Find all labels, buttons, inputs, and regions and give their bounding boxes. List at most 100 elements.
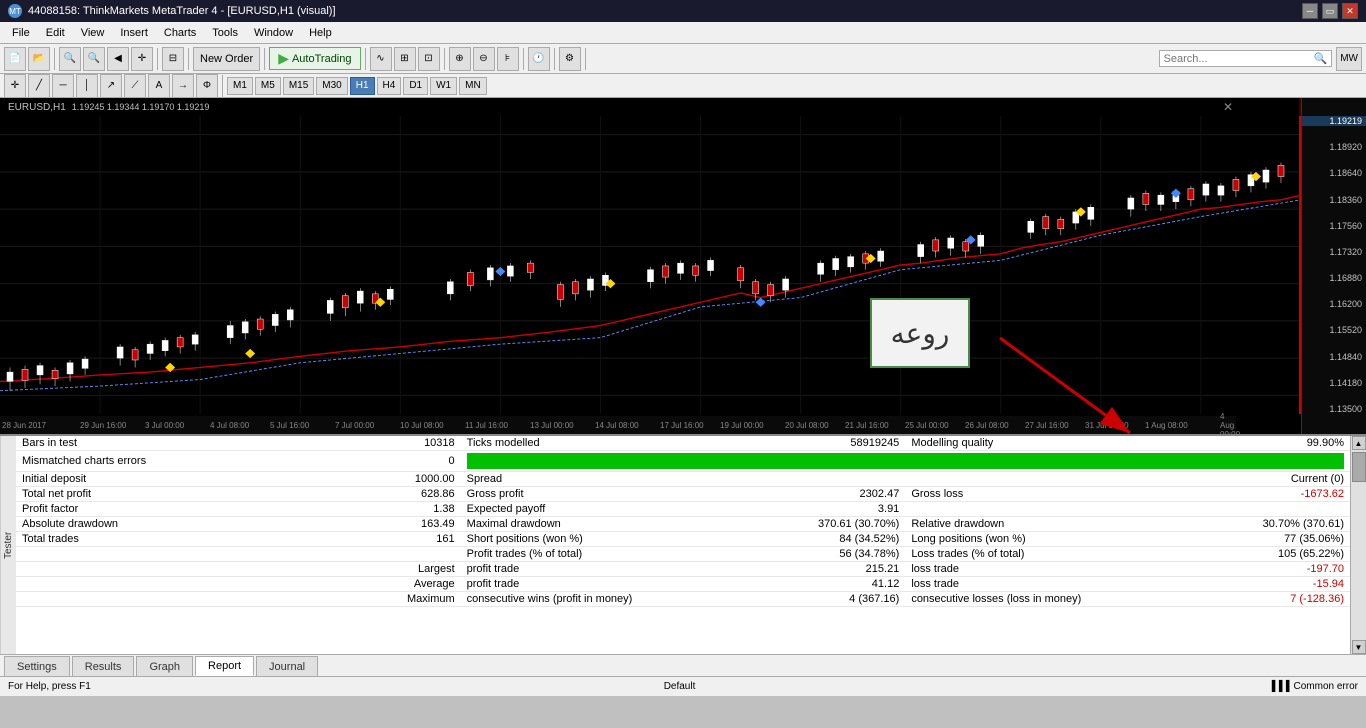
tf-d1[interactable]: D1 [403,77,428,95]
zoom-fit-btn[interactable]: ⊕ [449,47,471,71]
zoom-in-btn[interactable]: 🔍 [59,47,81,71]
menu-tools[interactable]: Tools [204,25,246,41]
tf-h4[interactable]: H4 [377,77,402,95]
tab-settings[interactable]: Settings [4,656,70,676]
label-current [905,472,1193,487]
label-largest: Largest [304,562,461,577]
tb-sep-5 [365,48,366,70]
val-spread [748,472,905,487]
scroll-down-btn[interactable]: ▼ [1352,640,1366,654]
zoom-out-btn[interactable]: 🔍 [83,47,105,71]
app-icon: MT [8,4,22,18]
annotation-box: روعه [870,298,970,368]
menu-window[interactable]: Window [246,25,301,41]
options-btn[interactable]: ⚙ [559,47,581,71]
label-gross-profit: Gross profit [461,487,749,502]
results-scrollbar[interactable]: ▲ ▼ [1350,436,1366,654]
price-5: 1.17320 [1302,247,1366,257]
crosshair-tool[interactable]: ✛ [4,74,26,98]
time-label-1: 28 Jun 2017 [2,421,46,430]
close-btn[interactable]: ✕ [1342,3,1358,19]
tab-journal[interactable]: Journal [256,656,318,676]
tf-m15[interactable]: M15 [283,77,314,95]
tf-mn[interactable]: MN [459,77,487,95]
status-common-error: Common error [1294,681,1358,692]
tabs-bar: Settings Results Graph Report Journal [0,654,1366,676]
quality-progress-bar [467,453,1344,469]
menu-file[interactable]: File [4,25,38,41]
new-chart-btn[interactable]: 📄 [4,47,26,71]
autotrading-btn[interactable]: ▶ AutoTrading [269,47,360,70]
chart-canvas[interactable]: EURUSD,H1 1.19245 1.19344 1.19170 1.1921… [0,98,1301,434]
chart-shift-btn[interactable]: ⊧ [497,47,519,71]
val-consec-wins: 4 (367.16) [748,592,905,607]
search-input[interactable] [1164,53,1314,65]
label-spread: Spread [461,472,749,487]
val-profit-trade-l: 215.21 [748,562,905,577]
time-label-18: 31 Jul 00:00 [1085,421,1129,430]
draw-toolbar: ✛ ╱ ─ │ ↗ ⟋ A → Φ M1 M5 M15 M30 H1 H4 D1… [0,74,1366,98]
val-bars-in-test: 10318 [304,436,461,451]
chart-right-border [1299,98,1301,414]
profile-btn[interactable]: ⊡ [418,47,440,71]
time-label-20: 4 Aug 00:00 [1220,412,1240,435]
val-initial-deposit: 1000.00 [304,472,461,487]
label-expected-payoff: Expected payoff [461,502,749,517]
text-tool[interactable]: A [148,74,170,98]
table-row: Profit trades (% of total) 56 (34.78%) L… [16,547,1350,562]
search-box[interactable]: 🔍 [1159,50,1333,67]
chart-close-btn[interactable]: ✕ [1223,100,1233,114]
table-row: Total net profit 628.86 Gross profit 230… [16,487,1350,502]
arrow-tool[interactable]: → [172,74,194,98]
label-total-trades: Total trades [16,532,304,547]
tf-w1[interactable]: W1 [430,77,457,95]
clock-btn[interactable]: 🕐 [528,47,550,71]
tb-sep-4 [264,48,265,70]
minimize-btn[interactable]: ─ [1302,3,1318,19]
tab-report[interactable]: Report [195,656,254,676]
period-sep-btn[interactable]: ⊟ [162,47,184,71]
status-right: ▐▐▐ Common error [1268,681,1358,692]
scroll-btn[interactable]: ◀ [107,47,129,71]
menu-edit[interactable]: Edit [38,25,73,41]
menu-charts[interactable]: Charts [156,25,204,41]
new-order-btn[interactable]: New Order [193,47,260,71]
tf-h1[interactable]: H1 [350,77,375,95]
time-label-17: 27 Jul 16:00 [1025,421,1069,430]
table-row: Absolute drawdown 163.49 Maximal drawdow… [16,517,1350,532]
restore-btn[interactable]: ▭ [1322,3,1338,19]
tb-sep-6 [444,48,445,70]
label-long-pos: Long positions (won %) [905,532,1193,547]
menu-help[interactable]: Help [301,25,340,41]
channel-tool[interactable]: ⟋ [124,74,146,98]
open-btn[interactable]: 📂 [28,47,50,71]
label-maximum: Maximum [304,592,461,607]
label-max-drawdown: Maximal drawdown [461,517,749,532]
results-area[interactable]: Bars in test 10318 Ticks modelled 589192… [16,436,1350,654]
scroll-thumb[interactable] [1352,452,1366,482]
tf-m1[interactable]: M1 [227,77,253,95]
crosshair-btn[interactable]: ✛ [131,47,153,71]
val-net-profit: 628.86 [304,487,461,502]
vline-tool[interactable]: │ [76,74,98,98]
tf-m5[interactable]: M5 [255,77,281,95]
indicator-btn[interactable]: ∿ [370,47,392,71]
tab-results[interactable]: Results [72,656,135,676]
trendline-tool[interactable]: ↗ [100,74,122,98]
label-loss-trade-a: loss trade [905,577,1193,592]
zoom-minus-btn[interactable]: ⊖ [473,47,495,71]
time-label-8: 11 Jul 16:00 [465,421,508,430]
menu-insert[interactable]: Insert [112,25,156,41]
table-row: Maximum consecutive wins (profit in mone… [16,592,1350,607]
scroll-up-btn[interactable]: ▲ [1352,436,1366,450]
menu-view[interactable]: View [73,25,113,41]
label-bars-in-test: Bars in test [16,436,304,451]
line-tool[interactable]: ╱ [28,74,50,98]
hline-tool[interactable]: ─ [52,74,74,98]
label-average: Average [304,577,461,592]
tf-m30[interactable]: M30 [316,77,347,95]
fib-tool[interactable]: Φ [196,74,218,98]
template-btn[interactable]: ⊞ [394,47,416,71]
market-watch-btn[interactable]: MW [1336,47,1362,71]
tab-graph[interactable]: Graph [136,656,193,676]
